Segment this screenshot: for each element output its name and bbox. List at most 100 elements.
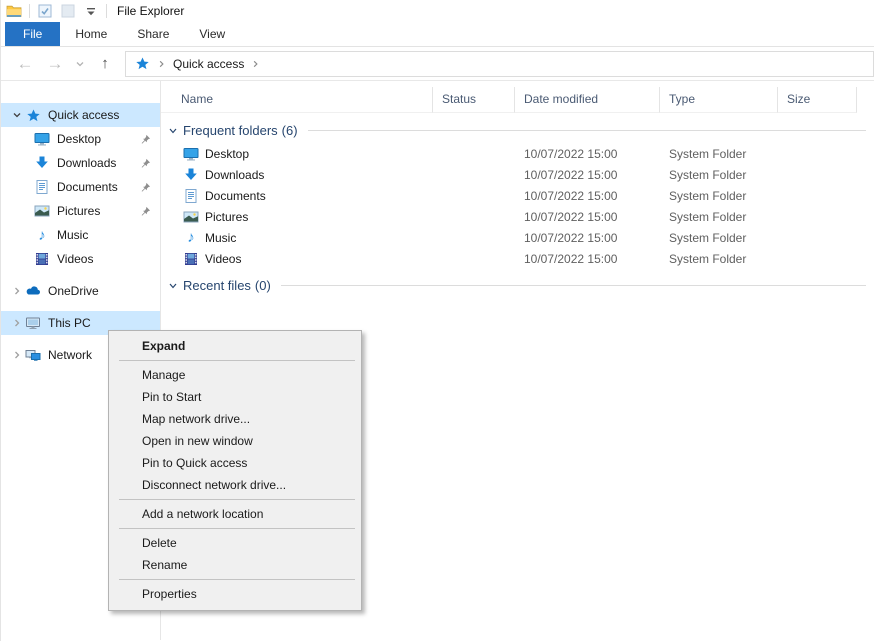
chevron-right-icon[interactable] [9, 318, 25, 328]
file-row-downloads[interactable]: Downloads 10/07/2022 15:00 System Folder [161, 164, 874, 185]
sidebar-item-videos[interactable]: Videos [1, 247, 160, 271]
menu-item-disconnect-network-drive[interactable]: Disconnect network drive... [109, 474, 361, 496]
address-bar[interactable]: Quick access [125, 51, 874, 77]
file-name: Documents [205, 189, 266, 203]
titlebar-separator [106, 4, 107, 18]
this-pc-icon [25, 315, 41, 331]
file-row-pictures[interactable]: Pictures 10/07/2022 15:00 System Folder [161, 206, 874, 227]
breadcrumb-chevron-icon[interactable] [157, 59, 166, 69]
file-name: Music [205, 231, 236, 245]
menu-item-delete[interactable]: Delete [109, 532, 361, 554]
menu-separator [119, 528, 355, 529]
pictures-icon [34, 203, 50, 219]
documents-icon [34, 179, 50, 195]
menu-separator [119, 499, 355, 500]
file-name: Videos [205, 252, 241, 266]
desktop-icon [183, 146, 199, 162]
videos-icon [183, 251, 199, 267]
group-header-frequent-folders[interactable]: Frequent folders (6) [168, 123, 866, 138]
back-button[interactable]: ← [15, 55, 35, 72]
file-row-desktop[interactable]: Desktop 10/07/2022 15:00 System Folder [161, 143, 874, 164]
group-title: Frequent folders [183, 123, 278, 138]
sidebar-item-label: Quick access [48, 108, 160, 122]
file-name: Pictures [205, 210, 248, 224]
file-row-documents[interactable]: Documents 10/07/2022 15:00 System Folder [161, 185, 874, 206]
file-date-modified: 10/07/2022 15:00 [515, 147, 660, 161]
file-type: System Folder [660, 252, 778, 266]
chevron-down-icon[interactable] [9, 110, 25, 120]
sidebar-item-label: Music [57, 228, 160, 242]
sidebar-item-onedrive[interactable]: OneDrive [1, 279, 160, 303]
downloads-icon [34, 155, 50, 171]
chevron-down-icon[interactable] [168, 281, 178, 291]
chevron-right-icon[interactable] [9, 350, 25, 360]
column-header-name[interactable]: Name [161, 87, 433, 113]
file-type: System Folder [660, 231, 778, 245]
sidebar-item-label: Videos [57, 252, 160, 266]
sidebar-item-documents[interactable]: Documents [1, 175, 160, 199]
file-row-music[interactable]: ♪ Music 10/07/2022 15:00 System Folder [161, 227, 874, 248]
column-header-type[interactable]: Type [660, 87, 778, 113]
menu-separator [119, 360, 355, 361]
title-bar: File Explorer [1, 0, 874, 22]
pin-icon [140, 182, 151, 193]
menu-item-add-network-location[interactable]: Add a network location [109, 503, 361, 525]
file-row-videos[interactable]: Videos 10/07/2022 15:00 System Folder [161, 248, 874, 269]
forward-button[interactable]: → [45, 55, 65, 72]
column-header-status[interactable]: Status [433, 87, 515, 113]
column-header-date-modified[interactable]: Date modified [515, 87, 660, 113]
desktop-icon [34, 131, 50, 147]
menu-item-map-network-drive[interactable]: Map network drive... [109, 408, 361, 430]
file-type: System Folder [660, 168, 778, 182]
menu-item-pin-to-quick-access[interactable]: Pin to Quick access [109, 452, 361, 474]
menu-item-properties[interactable]: Properties [109, 583, 361, 605]
file-type: System Folder [660, 189, 778, 203]
menu-item-pin-to-start[interactable]: Pin to Start [109, 386, 361, 408]
network-icon [25, 347, 41, 363]
new-folder-icon[interactable] [60, 3, 76, 19]
sidebar-item-label: Desktop [57, 132, 140, 146]
tab-view[interactable]: View [184, 22, 240, 46]
sidebar-item-downloads[interactable]: Downloads [1, 151, 160, 175]
file-type: System Folder [660, 210, 778, 224]
chevron-right-icon[interactable] [9, 286, 25, 296]
file-name: Desktop [205, 147, 249, 161]
file-date-modified: 10/07/2022 15:00 [515, 231, 660, 245]
qat-dropdown-icon[interactable] [83, 3, 99, 19]
music-icon: ♪ [183, 230, 199, 246]
sidebar-item-label: OneDrive [48, 284, 160, 298]
menu-item-expand[interactable]: Expand [109, 335, 361, 357]
breadcrumb-chevron-icon[interactable] [251, 59, 260, 69]
menu-item-rename[interactable]: Rename [109, 554, 361, 576]
pictures-icon [183, 209, 199, 225]
column-header-size[interactable]: Size [778, 87, 857, 113]
pin-icon [140, 206, 151, 217]
explorer-folder-icon [6, 3, 22, 19]
breadcrumb-location[interactable]: Quick access [173, 57, 244, 71]
sidebar-item-pictures[interactable]: Pictures [1, 199, 160, 223]
menu-item-manage[interactable]: Manage [109, 364, 361, 386]
sidebar-item-quick-access[interactable]: Quick access [1, 103, 160, 127]
tab-home[interactable]: Home [60, 22, 122, 46]
file-date-modified: 10/07/2022 15:00 [515, 252, 660, 266]
frequent-folders-rows: Desktop 10/07/2022 15:00 System Folder D… [161, 143, 874, 269]
sidebar-item-music[interactable]: ♪ Music [1, 223, 160, 247]
pin-icon [140, 134, 151, 145]
context-menu: Expand Manage Pin to Start Map network d… [108, 330, 362, 611]
pin-icon [140, 158, 151, 169]
group-header-recent-files[interactable]: Recent files (0) [168, 278, 866, 293]
recent-locations-dropdown-icon[interactable] [75, 59, 85, 69]
up-button[interactable]: ↑ [95, 56, 115, 71]
tab-file[interactable]: File [5, 22, 60, 46]
sidebar-item-desktop[interactable]: Desktop [1, 127, 160, 151]
quick-access-star-icon [134, 56, 150, 72]
music-icon: ♪ [34, 227, 50, 243]
chevron-down-icon[interactable] [168, 126, 178, 136]
window-title: File Explorer [114, 4, 184, 18]
properties-check-icon[interactable] [37, 3, 53, 19]
navigation-bar: ← → ↑ Quick access [1, 47, 874, 81]
group-rule [281, 285, 866, 286]
tab-share[interactable]: Share [122, 22, 184, 46]
ribbon-tab-bar: File Home Share View [1, 22, 874, 47]
menu-item-open-in-new-window[interactable]: Open in new window [109, 430, 361, 452]
